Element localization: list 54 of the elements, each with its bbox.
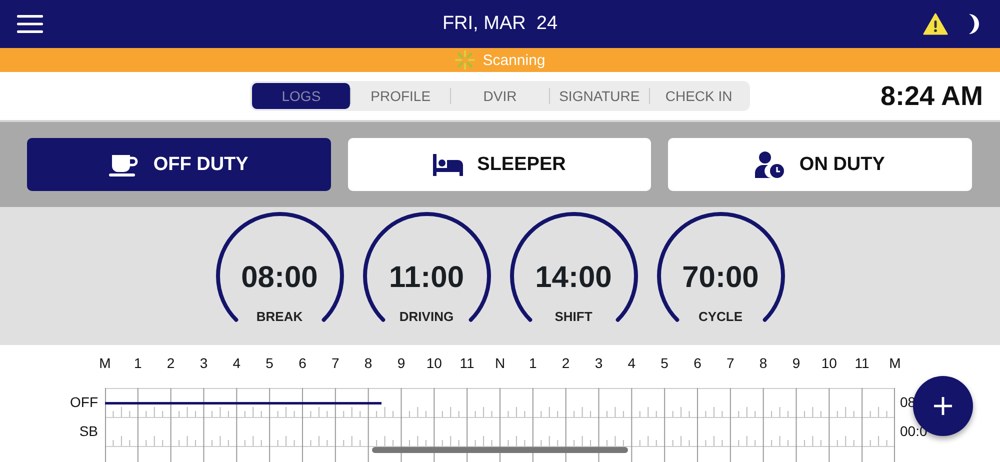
hour-label: 11 <box>460 355 474 371</box>
hour-label: 8 <box>364 355 372 371</box>
tab[interactable]: DVIR <box>450 83 550 109</box>
warning-icon[interactable] <box>923 13 948 35</box>
hour-label: 1 <box>134 355 142 371</box>
gauge-value: 08:00 <box>241 261 318 295</box>
hour-label: 3 <box>594 355 603 371</box>
tab[interactable]: SIGNATURE <box>550 83 649 109</box>
duty-status-button[interactable]: SLEEPER <box>348 138 652 191</box>
tab[interactable]: PROFILE <box>351 83 450 109</box>
plus-icon <box>934 397 952 415</box>
clock-time: 8:24 AM <box>880 80 983 112</box>
hour-label: 6 <box>694 355 702 371</box>
date-title: FRI, MAR 24 <box>442 13 558 35</box>
tab[interactable]: CHECK IN <box>650 83 748 109</box>
hour-label: 7 <box>726 355 734 371</box>
hour-label: 10 <box>821 355 837 371</box>
duty-status-button[interactable]: OFF DUTY <box>27 138 331 191</box>
gauge-label: CYCLE <box>698 309 743 324</box>
hour-label: N <box>494 355 506 371</box>
hour-label: 5 <box>660 355 668 371</box>
status-row-label: SB <box>79 422 98 441</box>
hour-label: 3 <box>200 355 208 371</box>
gauge-value: 14:00 <box>535 261 612 295</box>
hour-label: 10 <box>426 355 442 371</box>
hour-label: 4 <box>232 355 241 371</box>
status-text: Scanning <box>482 52 546 68</box>
hour-label: 5 <box>266 355 274 371</box>
hour-label: 4 <box>628 355 636 371</box>
gauge-label: BREAK <box>256 309 303 324</box>
hour-label: M <box>889 355 901 371</box>
person-clock-icon <box>755 150 786 178</box>
hour-label: 1 <box>529 355 537 371</box>
gauge-value: 70:00 <box>682 261 759 295</box>
hour-label: 11 <box>854 355 870 371</box>
hour-label: 2 <box>166 355 175 371</box>
bed-icon <box>433 154 464 176</box>
scrollbar[interactable] <box>372 447 628 453</box>
gauge-label: SHIFT <box>554 309 592 324</box>
hour-label: 2 <box>562 355 570 371</box>
hour-label: 6 <box>298 355 306 371</box>
duty-status-button[interactable]: ON DUTY <box>668 138 972 191</box>
tab[interactable]: LOGS <box>252 83 350 109</box>
gauge-label: DRIVING <box>399 309 454 324</box>
gauge-value: 11:00 <box>388 261 464 295</box>
hour-label: 9 <box>397 355 406 371</box>
status-row-label: OFF <box>70 393 98 412</box>
hour-label: 8 <box>759 355 768 371</box>
hour-label: M <box>99 355 111 371</box>
cup-icon <box>109 152 140 176</box>
spinner-icon <box>454 50 475 70</box>
hour-label: 7 <box>332 355 340 371</box>
menu-icon[interactable] <box>17 14 43 34</box>
hour-label: 9 <box>792 355 800 371</box>
